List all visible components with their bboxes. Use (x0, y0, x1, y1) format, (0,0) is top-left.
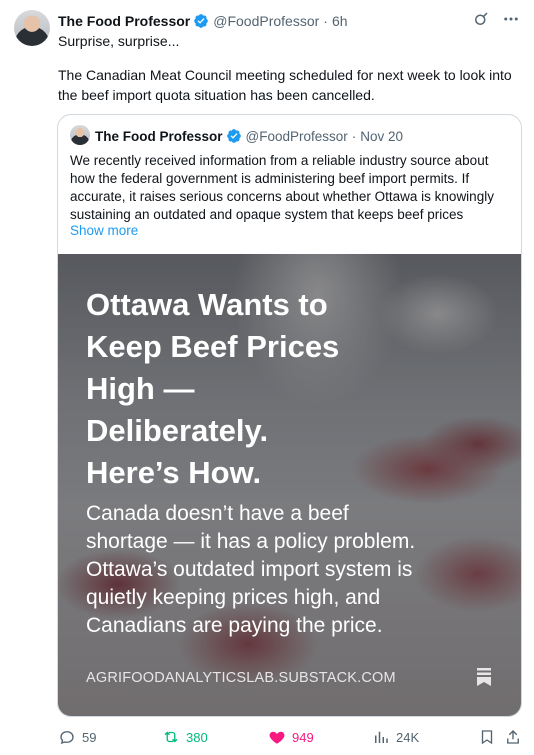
reply-button[interactable]: 59 (58, 725, 96, 749)
tweet-time[interactable]: 6h (332, 13, 348, 29)
tweet-text-line-3: the beef import quota situation has been… (58, 87, 375, 103)
author-avatar[interactable] (14, 10, 50, 46)
tweet-text-line-2: The Canadian Meat Council meeting schedu… (58, 67, 512, 83)
headline-line: Keep Beef Prices (86, 329, 340, 364)
quoted-author-avatar[interactable] (70, 125, 90, 145)
more-options-icon[interactable] (502, 10, 520, 28)
show-more-link[interactable]: Show more (70, 223, 138, 238)
quoted-author-name: The Food Professor (95, 128, 223, 144)
quoted-author-handle: @FoodProfessor (245, 128, 348, 144)
verified-badge-icon (226, 129, 241, 143)
tweet-action-bar: 59 380 949 24K (58, 725, 520, 749)
quoted-text: We recently received information from a … (70, 152, 509, 224)
quoted-header: The Food Professor @FoodProfessor · Nov … (95, 127, 509, 145)
share-button[interactable] (504, 725, 522, 749)
views-chart-icon (375, 731, 388, 743)
bookmark-icon (481, 730, 493, 745)
views-count: 24K (396, 729, 420, 745)
subline-line: quietly keeping prices high, and (86, 586, 381, 609)
like-button[interactable]: 949 (268, 725, 314, 749)
quoted-tweet[interactable]: The Food Professor @FoodProfessor · Nov … (57, 114, 522, 717)
verified-badge-icon (194, 14, 209, 28)
heart-icon (269, 731, 285, 744)
image-subheadline: Canada doesn’t have a beef shortage — it… (86, 500, 506, 640)
repost-button[interactable]: 380 (162, 725, 208, 749)
reply-count: 59 (82, 729, 97, 745)
tweet-text-line-1: Surprise, surprise... (58, 33, 180, 49)
tweet-header: The Food Professor @FoodProfessor · 6h (58, 11, 518, 31)
quoted-text-line: how the federal government is administer… (70, 171, 470, 186)
quoted-text-line: We recently received information from a … (70, 153, 489, 168)
headline-line: Here’s How. (86, 455, 262, 490)
headline-line: Deliberately. (86, 413, 269, 448)
subline-line: Ottawa’s outdated import system is (86, 558, 413, 581)
subline-line: Canada doesn’t have a beef (86, 502, 349, 525)
separator-dot: · (323, 13, 328, 29)
substack-logo-icon (477, 668, 491, 686)
header-actions (472, 10, 520, 28)
views-button[interactable]: 24K (372, 725, 419, 749)
repost-count: 380 (186, 729, 208, 745)
article-card-image[interactable]: Ottawa Wants to Keep Beef Prices High — … (58, 254, 521, 716)
bookmark-button[interactable] (478, 725, 496, 749)
like-count: 949 (292, 729, 314, 745)
grok-icon[interactable] (472, 10, 490, 28)
subline-line: shortage — it has a policy problem. (86, 530, 416, 553)
headline-line: High — (86, 371, 195, 406)
author-handle[interactable]: @FoodProfessor (213, 13, 319, 29)
image-headline: Ottawa Wants to Keep Beef Prices High — … (86, 284, 446, 494)
subline-line: Canadians are paying the price. (86, 614, 383, 637)
separator-dot: · (351, 128, 357, 144)
quoted-text-line: accurate, it raises serious concerns abo… (70, 189, 494, 204)
quoted-date: Nov 20 (360, 128, 404, 144)
reply-icon (60, 731, 74, 745)
repost-icon (164, 731, 178, 743)
share-icon (507, 730, 519, 744)
image-source-url: AGRIFOODANALYTICSLAB.SUBSTACK.COM (86, 670, 396, 686)
quoted-text-line: sustaining an outdated and opaque system… (70, 207, 464, 222)
author-name[interactable]: The Food Professor (58, 13, 190, 29)
headline-line: Ottawa Wants to (86, 287, 328, 322)
